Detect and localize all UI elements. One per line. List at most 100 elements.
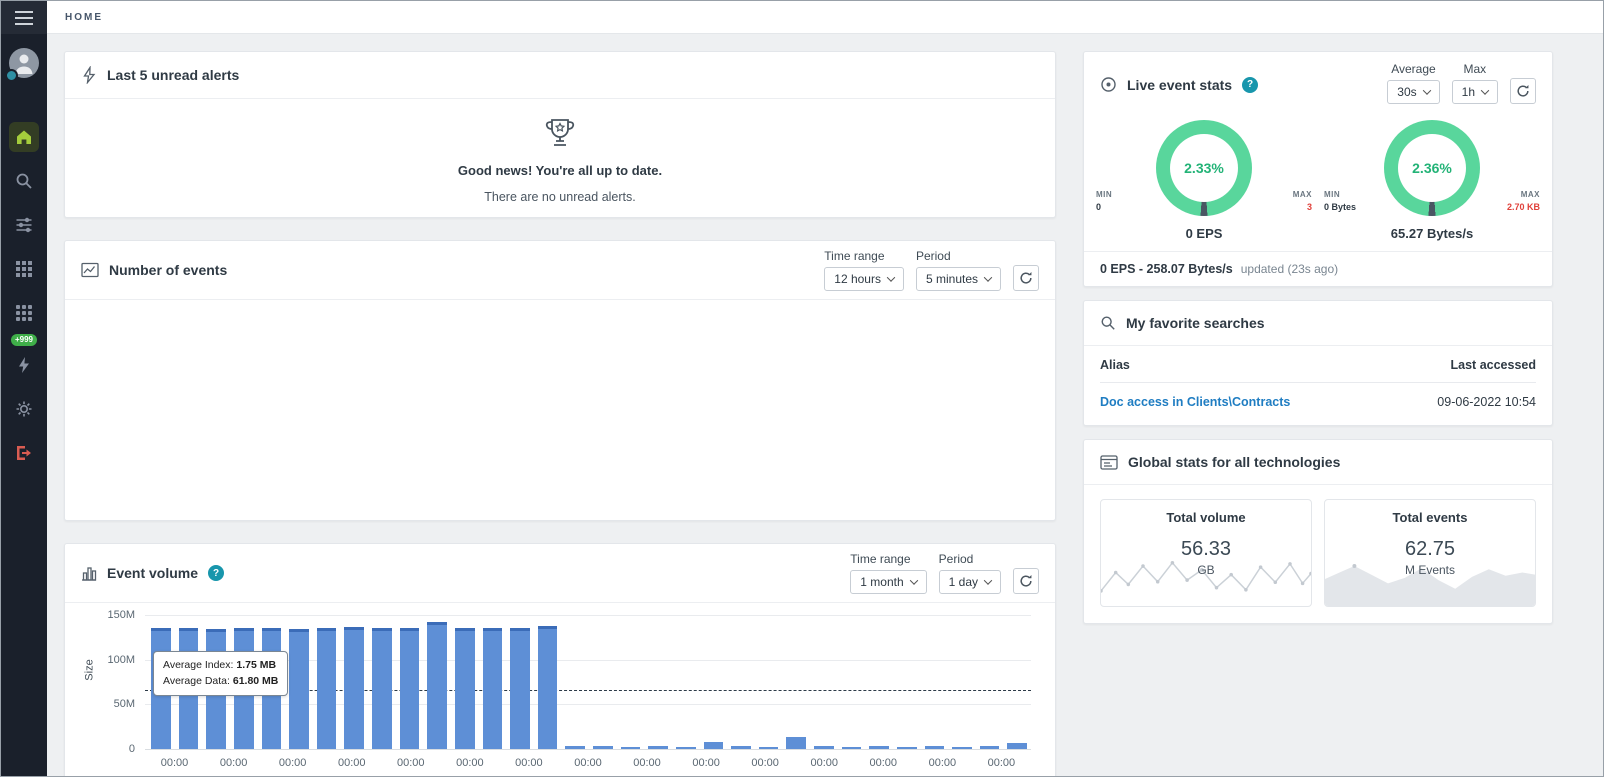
volume-bar[interactable] <box>842 747 862 749</box>
plot-area: Average Index: 1.75 MB Average Data: 61.… <box>145 615 1031 749</box>
volume-bar[interactable] <box>869 746 889 749</box>
volume-bar[interactable] <box>621 747 641 749</box>
volume-bar[interactable] <box>704 742 724 749</box>
sidebar-item-logout[interactable] <box>9 438 39 468</box>
grid-icon-2 <box>15 304 33 322</box>
period-select[interactable]: 1 day <box>939 570 1001 594</box>
live-stats-icon <box>1100 76 1117 93</box>
volume-bar[interactable] <box>400 628 420 749</box>
time-range-value: 1 month <box>860 575 903 589</box>
event-volume-card: Event volume ? Time range 1 month <box>64 543 1056 776</box>
column-header-last-accessed: Last accessed <box>1451 358 1536 372</box>
chart-tooltip: Average Index: 1.75 MB Average Data: 61.… <box>153 651 288 696</box>
volume-bar[interactable] <box>925 746 945 749</box>
volume-bar[interactable] <box>510 628 530 749</box>
time-range-select[interactable]: 12 hours <box>824 267 904 291</box>
sidebar-item-search[interactable] <box>9 166 39 196</box>
chevron-down-icon <box>984 576 992 584</box>
volume-bar[interactable] <box>648 746 668 749</box>
chart-image-icon <box>81 262 99 278</box>
volume-bar[interactable] <box>483 628 503 749</box>
max-interval-select[interactable]: 1h <box>1452 80 1498 104</box>
volume-bar[interactable] <box>731 746 751 749</box>
volume-bar[interactable] <box>427 622 447 749</box>
column-header-alias: Alias <box>1100 358 1130 372</box>
volume-bar[interactable] <box>344 627 364 749</box>
sidebar-item-actions[interactable] <box>9 350 39 380</box>
table-row: Doc access in Clients\Contracts 09-06-20… <box>1100 383 1536 421</box>
volume-bar[interactable] <box>676 747 696 749</box>
live-stats-donuts: MIN 0 2.33% 0 EPS MAX <box>1084 104 1552 251</box>
sidebar: +999 <box>1 1 47 776</box>
x-tick-label: 00:00 <box>322 757 381 769</box>
volume-bar[interactable] <box>593 746 613 749</box>
event-volume-chart: Size 150M 100M 50M 0 <box>81 609 1039 776</box>
min-value: 0 <box>1096 202 1140 212</box>
tooltip-label: Average Index: <box>163 659 233 671</box>
volume-bar[interactable] <box>538 626 558 749</box>
y-tick-label: 0 <box>81 743 135 755</box>
volume-bar[interactable] <box>980 746 1000 749</box>
x-tick-label: 00:00 <box>795 757 854 769</box>
max-value: 2.70 KB <box>1496 202 1540 212</box>
card-title: Event volume <box>107 565 198 581</box>
refresh-icon <box>1019 574 1033 588</box>
home-icon <box>15 128 33 146</box>
donut-percent: 2.36% <box>1412 160 1452 176</box>
period-select[interactable]: 5 minutes <box>916 267 1001 291</box>
volume-bar[interactable] <box>565 746 585 749</box>
main-area: HOME Last 5 unread alerts <box>47 1 1603 776</box>
sidebar-item-modules[interactable] <box>9 298 39 328</box>
sidebar-item-home[interactable] <box>9 122 39 152</box>
x-tick-label: 00:00 <box>145 757 204 769</box>
live-event-stats-card: Live event stats ? Average 30s <box>1083 51 1553 287</box>
volume-bar[interactable] <box>372 628 392 749</box>
volume-bar[interactable] <box>786 737 806 749</box>
breadcrumb: HOME <box>65 12 103 23</box>
help-icon[interactable]: ? <box>208 565 224 581</box>
volume-bar[interactable] <box>952 747 972 749</box>
total-events-value: 62.75 <box>1325 538 1535 561</box>
donut-value: 65.27 Bytes/s <box>1391 226 1473 241</box>
max-value: 1h <box>1462 85 1475 99</box>
sidebar-item-settings[interactable] <box>9 394 39 424</box>
volume-bar[interactable] <box>317 628 337 749</box>
menu-button[interactable] <box>1 1 47 34</box>
refresh-button[interactable] <box>1510 78 1536 104</box>
max-value: 3 <box>1268 202 1312 212</box>
volume-bar[interactable] <box>759 747 779 749</box>
topbar: HOME <box>47 1 1603 34</box>
search-icon <box>15 172 33 190</box>
refresh-icon <box>1019 271 1033 285</box>
average-interval-select[interactable]: 30s <box>1387 80 1439 104</box>
x-tick-label: 00:00 <box>263 757 322 769</box>
card-title: My favorite searches <box>1126 315 1265 331</box>
favorite-search-link[interactable]: Doc access in Clients\Contracts <box>1100 395 1290 409</box>
grid-icon <box>15 260 33 278</box>
right-column: Live event stats ? Average 30s <box>1083 51 1553 776</box>
period-label: Period <box>916 249 1001 263</box>
unread-alerts-card: Last 5 unread alerts Good news! You're a… <box>64 51 1056 218</box>
favorite-searches-card: My favorite searches Alias Last accessed… <box>1083 300 1553 426</box>
volume-bar[interactable] <box>1007 743 1027 749</box>
x-tick-label: 00:00 <box>854 757 913 769</box>
time-range-label: Time range <box>824 249 904 263</box>
volume-bar[interactable] <box>897 747 917 749</box>
donut-ring: 2.33% <box>1156 120 1252 216</box>
sidebar-item-filters[interactable] <box>9 210 39 240</box>
help-icon[interactable]: ? <box>1242 77 1258 93</box>
user-avatar[interactable] <box>9 48 39 78</box>
bytes-donut-group: MIN 0 Bytes 2.36% 65.27 Bytes/s <box>1318 120 1546 241</box>
x-tick-label: 00:00 <box>440 757 499 769</box>
time-range-value: 12 hours <box>834 272 881 286</box>
volume-bar[interactable] <box>455 628 475 749</box>
last-accessed-value: 09-06-2022 10:54 <box>1437 395 1536 409</box>
sidebar-item-apps[interactable] <box>9 254 39 284</box>
card-title: Live event stats <box>1127 77 1232 93</box>
time-range-select[interactable]: 1 month <box>850 570 926 594</box>
refresh-button[interactable] <box>1013 265 1039 291</box>
time-range-label: Time range <box>850 552 926 566</box>
volume-bar[interactable] <box>289 629 309 749</box>
refresh-button[interactable] <box>1013 568 1039 594</box>
volume-bar[interactable] <box>814 746 834 749</box>
